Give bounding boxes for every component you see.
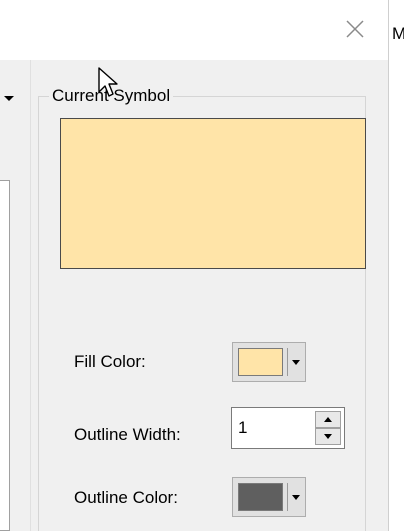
- background-window-edge: [388, 0, 404, 531]
- divider: [30, 60, 31, 531]
- outline-color-swatch: [238, 483, 283, 511]
- chevron-down-icon[interactable]: [4, 96, 14, 101]
- symbol-list-panel[interactable]: [0, 180, 10, 531]
- screenshot-root: Current Symbol Fill Color: Outline Width…: [0, 0, 404, 531]
- increment-button[interactable]: [315, 411, 341, 428]
- symbol-dialog: Current Symbol Fill Color: Outline Width…: [0, 0, 388, 531]
- outline-width-input[interactable]: [238, 418, 308, 438]
- outline-width-stepper[interactable]: [231, 407, 345, 449]
- chevron-down-icon: [292, 495, 300, 500]
- outline-width-label: Outline Width:: [74, 425, 181, 444]
- fill-color-label: Fill Color:: [74, 352, 146, 371]
- chevron-down-icon: [324, 434, 332, 439]
- decrement-button[interactable]: [315, 428, 341, 445]
- divider: [287, 348, 288, 376]
- chevron-up-icon: [324, 417, 332, 422]
- close-icon: [346, 20, 364, 38]
- title-bar: [0, 0, 388, 60]
- outline-color-label: Outline Color:: [74, 488, 178, 507]
- symbol-preview: [60, 118, 366, 269]
- outline-color-button[interactable]: [232, 477, 306, 517]
- fill-color-swatch: [238, 348, 283, 376]
- mouse-cursor-icon: [98, 67, 118, 97]
- background-window-text: ME: [392, 24, 404, 43]
- chevron-down-icon: [292, 360, 300, 365]
- fill-color-button[interactable]: [232, 342, 306, 382]
- divider: [287, 483, 288, 511]
- close-button[interactable]: [340, 14, 370, 44]
